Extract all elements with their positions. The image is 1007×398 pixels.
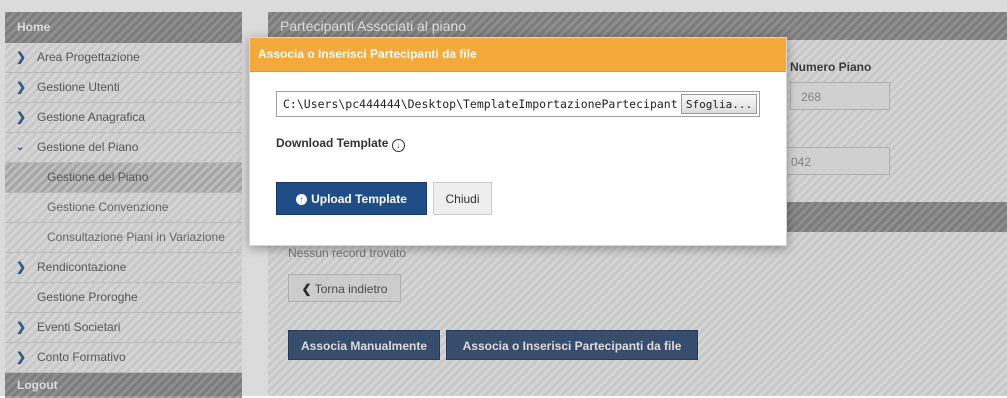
download-template-link[interactable]: Download Template ↓ <box>276 136 405 152</box>
upload-modal: Associa o Inserisci Partecipanti da file… <box>249 37 787 246</box>
download-template-label: Download Template <box>276 136 389 150</box>
browse-button[interactable]: Sfoglia... <box>681 94 757 114</box>
upload-circle-icon: ↑ <box>296 194 308 206</box>
download-circle-icon: ↓ <box>391 139 405 152</box>
file-input[interactable]: C:\Users\pc444444\Desktop\TemplateImport… <box>276 91 760 117</box>
file-path-value: C:\Users\pc444444\Desktop\TemplateImport… <box>283 97 678 111</box>
modal-title: Associa o Inserisci Partecipanti da file <box>250 38 786 72</box>
close-button[interactable]: Chiudi <box>433 182 492 215</box>
upload-template-label: Upload Template <box>311 192 407 206</box>
upload-template-button[interactable]: ↑ Upload Template <box>276 182 427 215</box>
